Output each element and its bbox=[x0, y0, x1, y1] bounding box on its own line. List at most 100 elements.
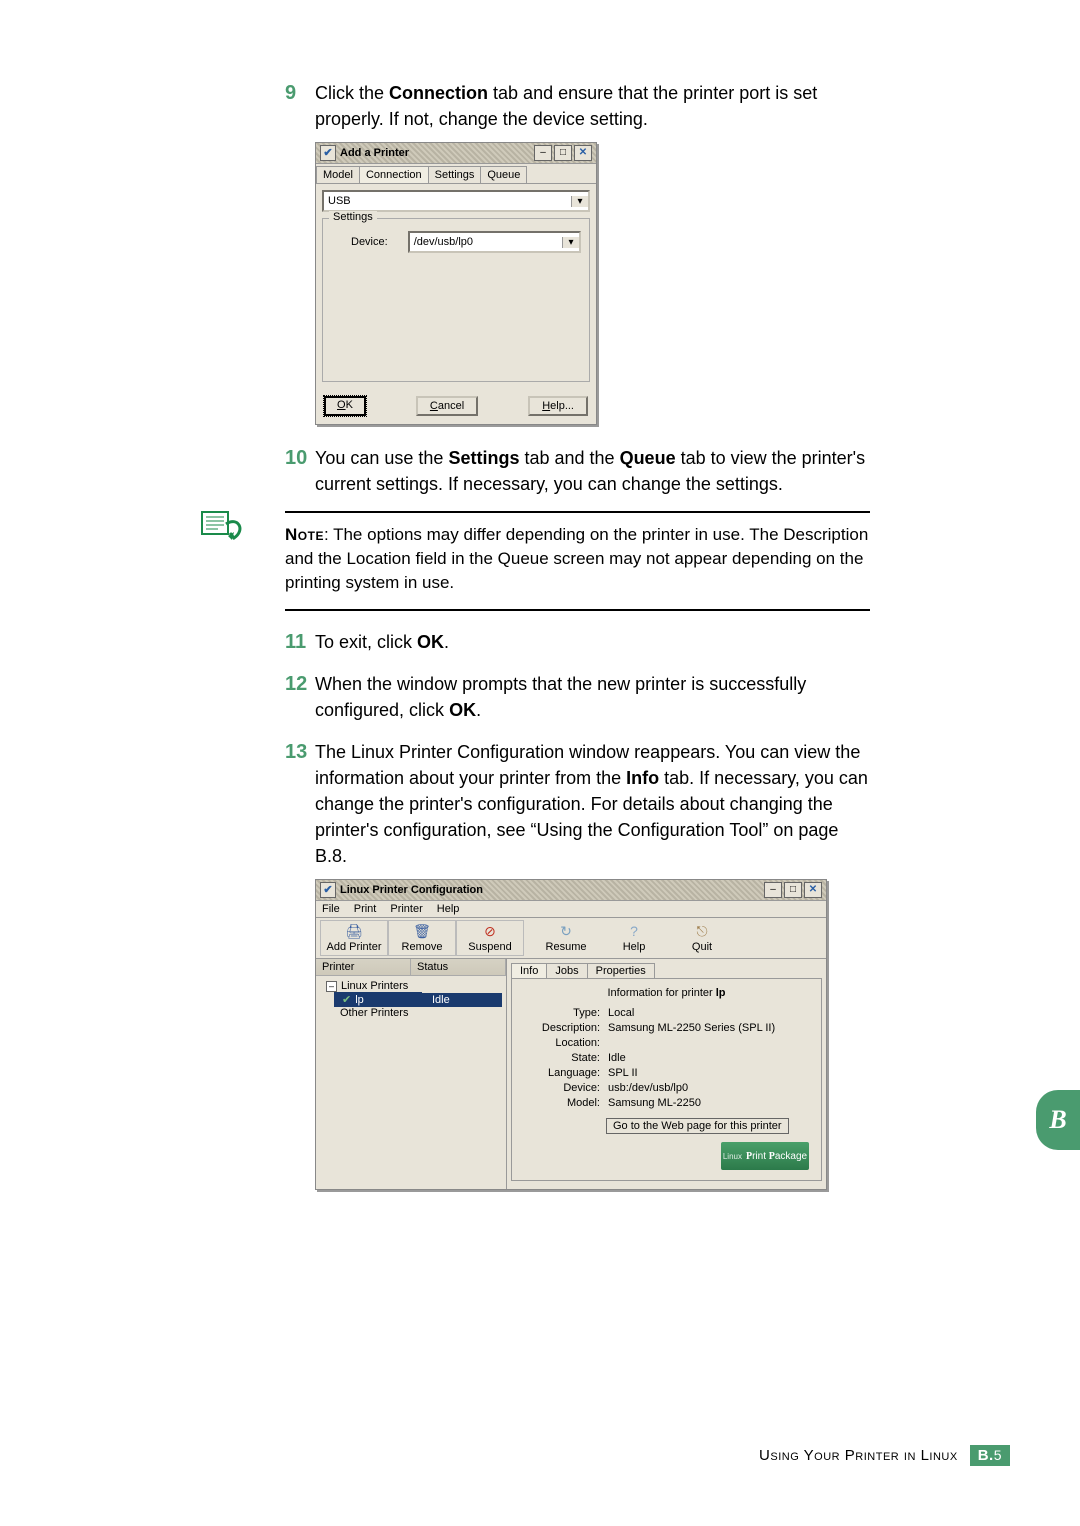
note-label: Note bbox=[285, 525, 324, 544]
minimize-button[interactable]: – bbox=[534, 145, 552, 161]
help-button[interactable]: Help... bbox=[528, 396, 588, 416]
maximize-button[interactable]: □ bbox=[554, 145, 572, 161]
tree-item-selected[interactable]: ✔ lp Idle bbox=[334, 992, 502, 1007]
field-location: Location: bbox=[522, 1037, 811, 1049]
field-key: Description: bbox=[522, 1022, 608, 1034]
field-key: Type: bbox=[522, 1007, 608, 1019]
tool-label: Resume bbox=[533, 941, 599, 953]
tree-other[interactable]: Other Printers bbox=[334, 1007, 502, 1019]
step-text: When the window prompts that the new pri… bbox=[315, 671, 870, 723]
help-icon: ? bbox=[624, 923, 644, 939]
tool-add-printer[interactable]: 🖨 Add Printer bbox=[320, 920, 388, 956]
field-key: State: bbox=[522, 1052, 608, 1064]
step-number: 13 bbox=[285, 739, 315, 869]
step-9: 9 Click the Connection tab and ensure th… bbox=[285, 80, 870, 497]
note-icon bbox=[198, 510, 248, 553]
tab-properties[interactable]: Properties bbox=[587, 963, 655, 978]
window-icon: ✔ bbox=[320, 882, 336, 898]
print-package-logo: Linux Print Package bbox=[721, 1142, 809, 1170]
tab-model[interactable]: Model bbox=[316, 166, 360, 183]
logo-small: Linux bbox=[723, 1152, 742, 1161]
menubar: File Print Printer Help bbox=[316, 901, 826, 918]
step-text: To exit, click OK. bbox=[315, 629, 870, 655]
maximize-button[interactable]: □ bbox=[784, 882, 802, 898]
tree: –Linux Printers ✔ lp Idle Other Printers bbox=[316, 976, 506, 1099]
stop-icon: ⊘ bbox=[480, 923, 500, 939]
bold: Settings bbox=[448, 448, 519, 468]
tab-info[interactable]: Info bbox=[511, 963, 547, 978]
tree-header: Printer Status bbox=[316, 959, 506, 976]
chevron-down-icon[interactable]: ▾ bbox=[562, 237, 579, 248]
btn-text: ancel bbox=[438, 400, 464, 412]
window-title: Linux Printer Configuration bbox=[340, 884, 483, 896]
text: When the window prompts that the new pri… bbox=[315, 674, 806, 720]
step-row: 9 Click the Connection tab and ensure th… bbox=[285, 80, 870, 132]
bold: Queue bbox=[620, 448, 676, 468]
tool-label: Help bbox=[601, 941, 667, 953]
cancel-button[interactable]: Cancel bbox=[416, 396, 478, 416]
step-number: 12 bbox=[285, 671, 315, 723]
field-type: Type:Local bbox=[522, 1007, 811, 1019]
printer-tree-pane: Printer Status –Linux Printers ✔ lp I bbox=[316, 959, 507, 1189]
menu-print[interactable]: Print bbox=[354, 903, 377, 915]
tool-label: Add Printer bbox=[321, 941, 387, 953]
field-value: usb:/dev/usb/lp0 bbox=[608, 1082, 688, 1094]
ok-button[interactable]: OK bbox=[324, 396, 366, 416]
device-label: Device: bbox=[351, 236, 388, 248]
tool-resume[interactable]: ↻ Resume bbox=[532, 920, 600, 956]
add-printer-dialog: ✔ Add a Printer – □ ✕ Model Connection S… bbox=[315, 142, 597, 425]
col-printer[interactable]: Printer bbox=[316, 959, 411, 975]
field-key: Model: bbox=[522, 1097, 608, 1109]
field-value: Local bbox=[608, 1007, 634, 1019]
text: . bbox=[444, 632, 449, 652]
close-button[interactable]: ✕ bbox=[574, 145, 592, 161]
dialog-buttons: OK Cancel Help... bbox=[316, 388, 596, 424]
step-text: The Linux Printer Configuration window r… bbox=[315, 739, 870, 869]
item-name: lp bbox=[355, 994, 364, 1006]
field-state: State:Idle bbox=[522, 1052, 811, 1064]
connection-type-combo[interactable]: USB ▾ bbox=[322, 190, 590, 212]
page-footer: Using Your Printer in Linux B.5 bbox=[759, 1445, 1010, 1466]
tool-quit[interactable]: ⎋ Quit bbox=[668, 920, 736, 956]
window-controls: – □ ✕ bbox=[534, 145, 592, 161]
tab-queue[interactable]: Queue bbox=[480, 166, 527, 183]
combo-value: USB bbox=[324, 195, 571, 207]
resume-icon: ↻ bbox=[556, 923, 576, 939]
minimize-button[interactable]: – bbox=[764, 882, 782, 898]
go-web-button[interactable]: Go to the Web page for this printer bbox=[606, 1118, 789, 1134]
text: : The options may differ depending on th… bbox=[285, 525, 868, 592]
tool-remove[interactable]: 🗑 Remove bbox=[388, 920, 456, 956]
collapse-icon[interactable]: – bbox=[326, 981, 337, 992]
menu-printer[interactable]: Printer bbox=[390, 903, 422, 915]
tab-jobs[interactable]: Jobs bbox=[546, 963, 587, 978]
tool-suspend[interactable]: ⊘ Suspend bbox=[456, 920, 524, 956]
title-bar: ✔ Linux Printer Configuration – □ ✕ bbox=[316, 880, 826, 901]
window-icon: ✔ bbox=[320, 145, 336, 161]
close-button[interactable]: ✕ bbox=[804, 882, 822, 898]
field-description: Description:Samsung ML-2250 Series (SPL … bbox=[522, 1022, 811, 1034]
combo-value: /dev/usb/lp0 bbox=[410, 236, 562, 248]
printer-remove-icon: 🗑 bbox=[412, 923, 432, 939]
other-label: Other Printers bbox=[340, 1007, 408, 1019]
menu-help[interactable]: Help bbox=[437, 903, 460, 915]
device-combo[interactable]: /dev/usb/lp0 ▾ bbox=[408, 231, 581, 253]
page-minor: 5 bbox=[994, 1447, 1002, 1463]
info-header: Information for printer lp bbox=[522, 987, 811, 999]
lpc-body: Printer Status –Linux Printers ✔ lp I bbox=[316, 959, 826, 1189]
tool-label: Quit bbox=[669, 941, 735, 953]
title-bar: ✔ Add a Printer – □ ✕ bbox=[316, 143, 596, 164]
window-title: Add a Printer bbox=[340, 147, 409, 159]
tab-connection[interactable]: Connection bbox=[359, 166, 429, 183]
menu-file[interactable]: File bbox=[322, 903, 340, 915]
step-number: 10 bbox=[285, 445, 315, 497]
footer-text: Using Your Printer in Linux bbox=[759, 1447, 958, 1464]
tab-settings[interactable]: Settings bbox=[428, 166, 482, 183]
chevron-down-icon[interactable]: ▾ bbox=[571, 196, 588, 207]
tree-root[interactable]: –Linux Printers bbox=[320, 980, 502, 992]
step-text: Click the Connection tab and ensure that… bbox=[315, 80, 870, 132]
field-language: Language:SPL II bbox=[522, 1067, 811, 1079]
text: . bbox=[476, 700, 481, 720]
bold: Info bbox=[626, 768, 659, 788]
tool-help[interactable]: ? Help bbox=[600, 920, 668, 956]
col-status[interactable]: Status bbox=[411, 959, 506, 975]
